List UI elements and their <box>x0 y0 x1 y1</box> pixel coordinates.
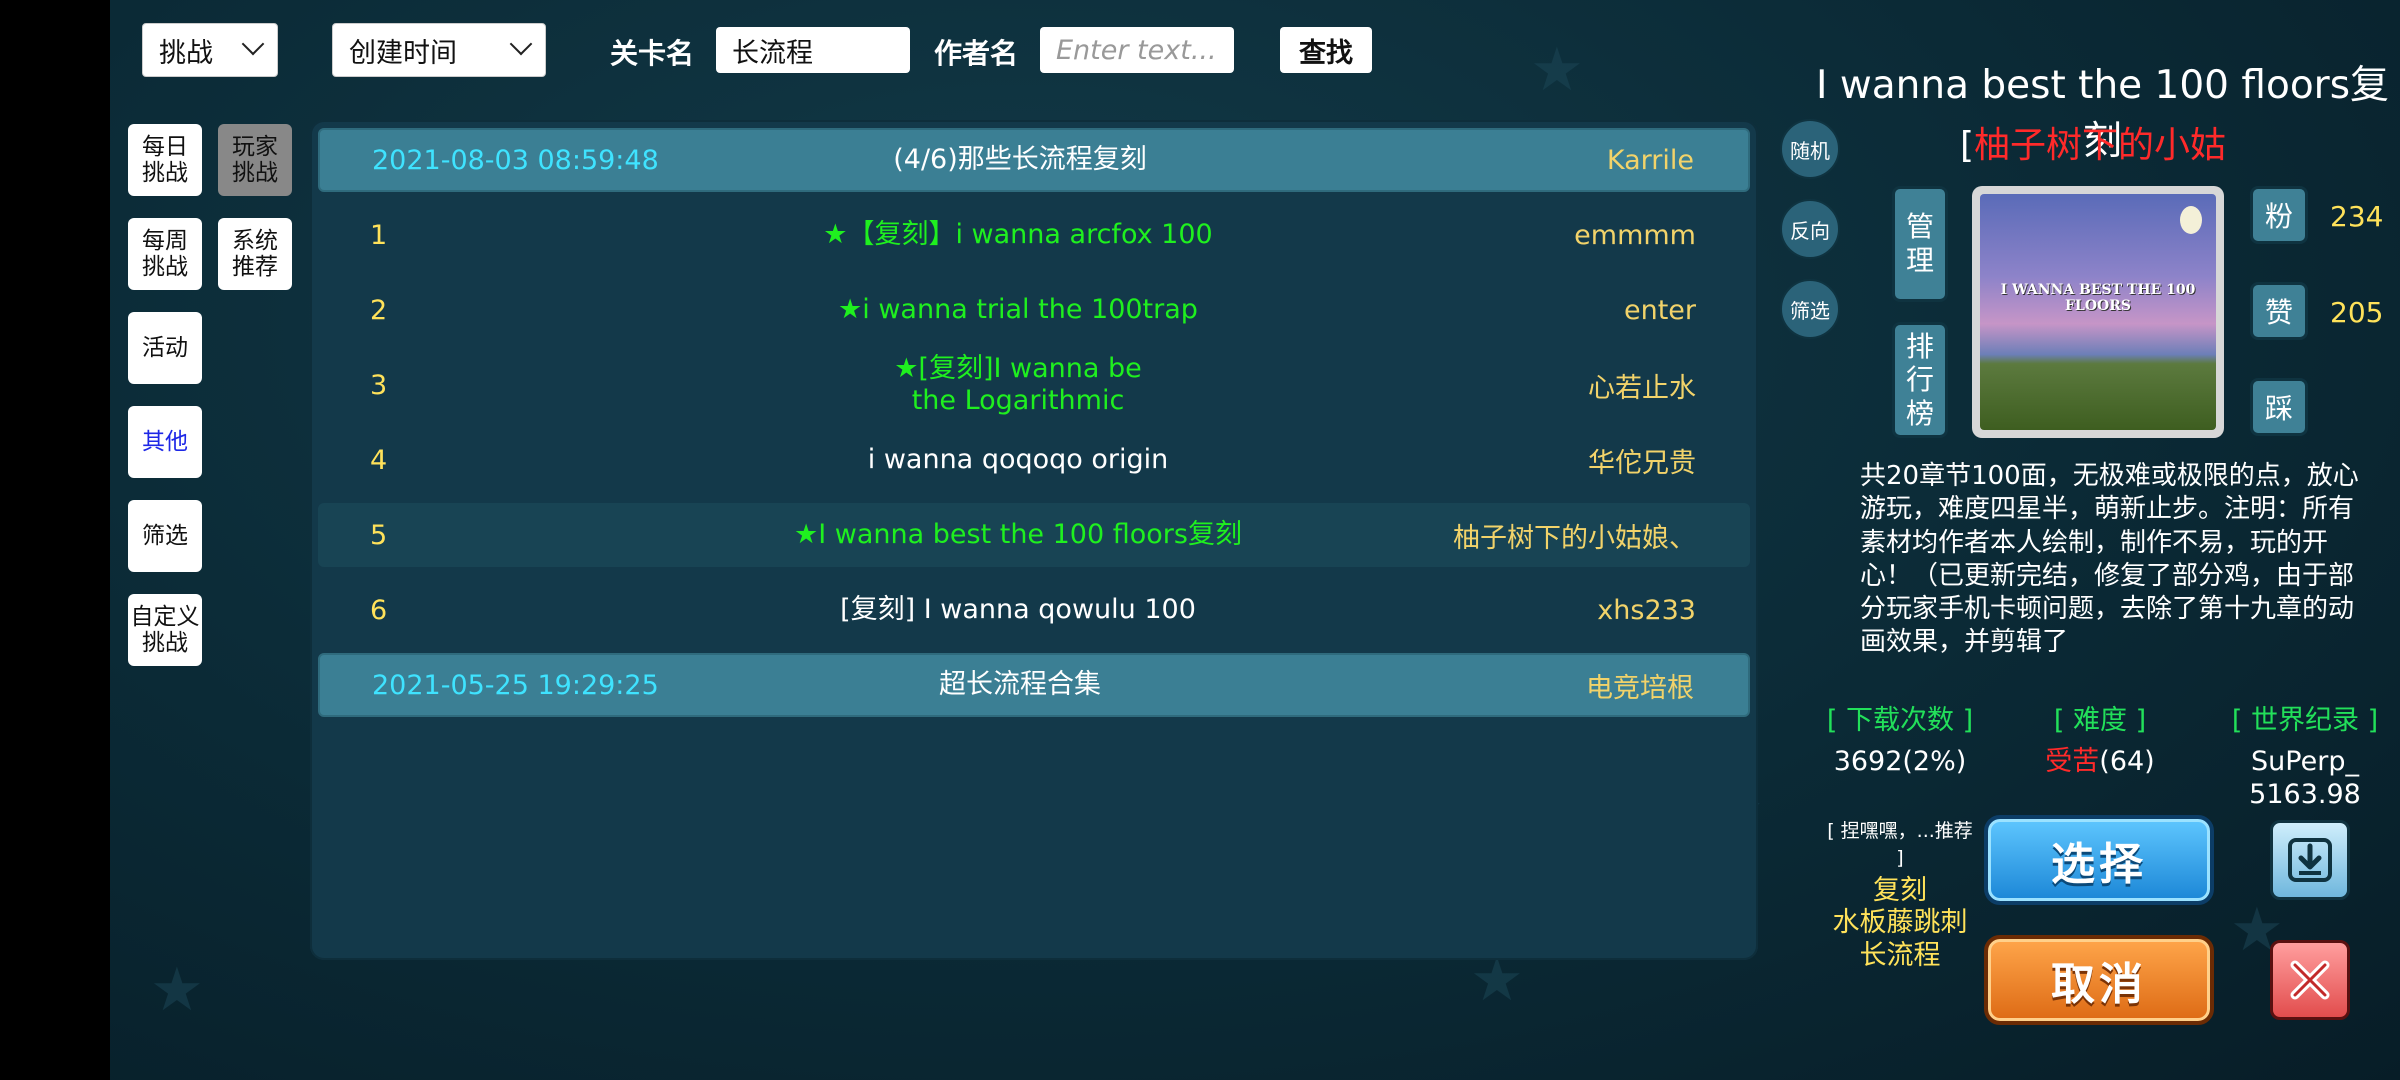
author-name-input[interactable]: Enter text... <box>1040 27 1234 73</box>
sidebar-item-label: 每日 挑战 <box>142 133 188 186</box>
like-count: 205 <box>2330 296 2384 329</box>
sort-dropdown[interactable]: 创建时间 <box>332 23 546 77</box>
sidebar-item-daily[interactable]: 每日 挑战 <box>128 124 202 196</box>
sort-dropdown-value: 创建时间 <box>349 37 457 69</box>
list-item[interactable]: 4 i wanna qoqoqo origin 华佗兄贵 <box>318 428 1750 492</box>
close-button[interactable] <box>2270 940 2350 1020</box>
row-index: 2 <box>370 294 388 326</box>
row-title: ★[复刻]I wanna be the Logarithmic <box>894 352 1142 416</box>
row-index: 6 <box>370 594 388 626</box>
reverse-button[interactable]: 反向 <box>1780 199 1840 259</box>
record-label: [ 世界纪录 ] <box>2231 705 2379 736</box>
author-name: 柚子树下的小姑 <box>1974 125 2227 166</box>
chevron-down-icon <box>509 32 533 56</box>
cover-text: I WANNA BEST THE 100 FLOORS <box>2000 282 2196 314</box>
list-group-header[interactable]: 2021-05-25 19:29:25 超长流程合集 电竞培根 <box>318 653 1750 717</box>
difficulty-word: 受苦 <box>2045 746 2100 777</box>
sidebar-item-label: 其他 <box>142 428 188 455</box>
fans-button[interactable]: 粉 <box>2250 186 2308 244</box>
sidebar-item-system[interactable]: 系统 推荐 <box>218 218 292 290</box>
row-author: 心若止水 <box>1588 372 1696 404</box>
tag-list: 复刻 水板藤跳刺 长流程 <box>1815 875 1985 972</box>
manage-label: 管 理 <box>1905 210 1934 277</box>
sidebar-item-label: 筛选 <box>142 522 188 549</box>
filter-button[interactable]: 筛选 <box>1780 279 1840 339</box>
list-item[interactable]: 1 ★【复刻】i wanna arcfox 100 emmmm <box>318 203 1750 267</box>
row-index: 4 <box>370 444 388 476</box>
record-holder: SuPerp_ <box>2251 746 2359 777</box>
cancel-button[interactable]: 取消 <box>1984 935 2214 1025</box>
row-author: enter <box>1623 294 1696 326</box>
group-title: (4/6)那些长流程复刻 <box>893 143 1147 175</box>
dislike-button[interactable]: 踩 <box>2250 378 2308 436</box>
download-icon <box>2288 838 2332 882</box>
row-author: xhs233 <box>1597 594 1696 626</box>
difficulty-num: (64) <box>2099 746 2155 777</box>
fans-count: 234 <box>2330 200 2384 233</box>
list-item[interactable]: 3 ★[复刻]I wanna be the Logarithmic 心若止水 <box>318 353 1750 417</box>
sidebar-item-custom[interactable]: 自定义 挑战 <box>128 594 202 666</box>
row-author: emmmm <box>1574 219 1696 251</box>
difficulty-value: 受苦(64) <box>2030 745 2170 779</box>
sidebar-item-filter[interactable]: 筛选 <box>128 500 202 572</box>
download-button[interactable] <box>2270 820 2350 900</box>
group-author: Karrile <box>1606 144 1694 176</box>
list-item[interactable]: 2 ★i wanna trial the 100trap enter <box>318 278 1750 342</box>
like-button[interactable]: 赞 <box>2250 282 2308 340</box>
sidebar-item-label: 活动 <box>142 334 188 361</box>
sidebar-item-other[interactable]: 其他 <box>128 406 202 478</box>
group-title: 超长流程合集 <box>939 668 1101 700</box>
sidebar-item-label: 系统 推荐 <box>232 227 278 280</box>
row-title: i wanna qoqoqo origin <box>867 443 1169 475</box>
level-list-panel: 2021-08-03 08:59:48 (4/6)那些长流程复刻 Karrile… <box>310 120 1758 960</box>
author-bracket: [ <box>1960 125 1975 166</box>
downloads-label: [ 下载次数 ] <box>1826 705 1974 736</box>
record-time: 5163.98 <box>2249 779 2361 810</box>
downloads-value: 3692(2%) <box>1833 746 1967 777</box>
difficulty-label: [ 难度 ] <box>2053 705 2147 736</box>
ranking-button[interactable]: 排 行 榜 <box>1892 322 1948 438</box>
sidebar-item-event[interactable]: 活动 <box>128 312 202 384</box>
tag: 水板藤跳刺 <box>1832 907 1968 939</box>
group-date: 2021-08-03 08:59:48 <box>372 144 659 176</box>
sidebar-item-label: 自定义 挑战 <box>130 603 200 656</box>
sidebar-item-player[interactable]: 玩家 挑战 <box>218 124 292 196</box>
tag: 长流程 <box>1859 939 1941 971</box>
list-item[interactable]: 6 [复刻] I wanna qowulu 100 xhs233 <box>318 578 1750 642</box>
row-title: ★I wanna best the 100 floors复刻 <box>794 518 1242 550</box>
row-title: ★【复刻】i wanna arcfox 100 <box>823 218 1213 250</box>
row-title: [复刻] I wanna qowulu 100 <box>840 593 1196 625</box>
row-index: 1 <box>370 219 388 251</box>
row-title: ★i wanna trial the 100trap <box>838 293 1198 325</box>
chevron-down-icon <box>241 32 265 56</box>
group-author: 电竞培根 <box>1586 672 1694 704</box>
manage-button[interactable]: 管 理 <box>1892 186 1948 302</box>
row-author: 华佗兄贵 <box>1588 447 1696 479</box>
list-item-selected[interactable]: 5 ★I wanna best the 100 floors复刻 柚子树下的小姑… <box>318 503 1750 567</box>
list-group-header[interactable]: 2021-08-03 08:59:48 (4/6)那些长流程复刻 Karrile <box>318 128 1750 192</box>
tag: 复刻 <box>1873 875 1927 906</box>
row-index: 5 <box>370 519 388 551</box>
level-description: 共20章节100面，无极难或极限的点，放心游玩，难度四星半，萌新止步。注明：所有… <box>1860 461 2359 658</box>
sidebar-item-weekly[interactable]: 每周 挑战 <box>128 218 202 290</box>
ranking-label: 排 行 榜 <box>1905 329 1934 430</box>
author-name-label: 作者名 <box>934 37 1019 70</box>
moon-icon <box>2180 206 2202 234</box>
group-date: 2021-05-25 19:29:25 <box>372 669 659 701</box>
select-button[interactable]: 选择 <box>1984 815 2214 905</box>
row-author: 柚子树下的小姑娘、 <box>1453 522 1696 554</box>
level-cover-image: I WANNA BEST THE 100 FLOORS <box>1972 186 2224 438</box>
mode-dropdown[interactable]: 挑战 <box>142 23 278 77</box>
mode-dropdown-value: 挑战 <box>159 37 213 69</box>
sidebar-item-label: 每周 挑战 <box>142 227 188 280</box>
level-name-label: 关卡名 <box>610 37 695 70</box>
cover-art: I WANNA BEST THE 100 FLOORS <box>1980 194 2216 430</box>
level-name-input[interactable]: 长流程 <box>716 27 910 73</box>
level-author: [柚子树下的小姑 <box>1960 116 2226 168</box>
row-index: 3 <box>370 369 388 401</box>
close-icon <box>2290 960 2330 1000</box>
sidebar-item-label: 玩家 挑战 <box>232 133 278 186</box>
recommend-text: [ 捏嘿嘿，...推荐 ] <box>1827 820 1973 869</box>
search-button[interactable]: 查找 <box>1280 27 1372 73</box>
